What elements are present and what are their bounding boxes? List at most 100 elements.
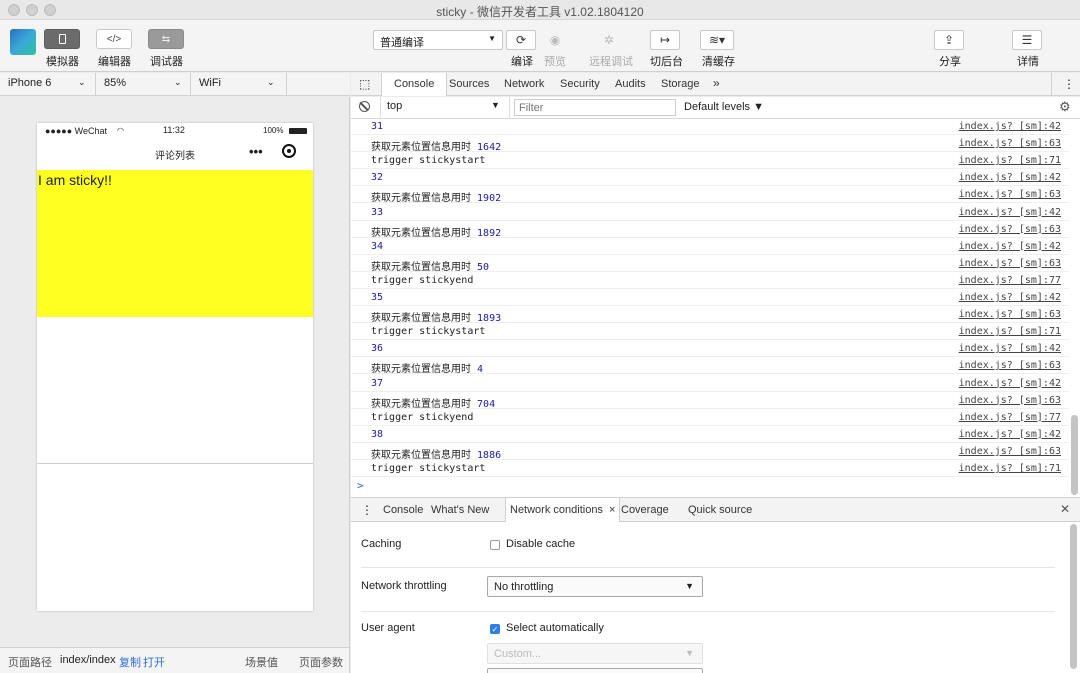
- tab-storage[interactable]: Storage: [661, 78, 700, 90]
- console-scrollbar[interactable]: [1071, 415, 1078, 495]
- user-avatar[interactable]: [10, 29, 36, 55]
- console-source-link[interactable]: index.js? [sm]:63: [959, 309, 1061, 320]
- console-log-message: 35: [371, 292, 384, 303]
- drawer-tab-label: Network conditions: [510, 504, 603, 516]
- console-source-link[interactable]: index.js? [sm]:63: [959, 224, 1061, 235]
- console-source-link[interactable]: index.js? [sm]:77: [959, 412, 1061, 423]
- inspect-element-icon[interactable]: ⬚: [359, 77, 370, 91]
- background-button[interactable]: ↦: [650, 30, 680, 50]
- capsule-close-icon[interactable]: [282, 144, 296, 158]
- console-filter-bar: top ▼ Default levels ▼ ⚙: [351, 97, 1080, 119]
- console-source-link[interactable]: index.js? [sm]:42: [959, 378, 1061, 389]
- compile-mode-select[interactable]: 普通编译 ▼: [373, 30, 503, 50]
- devtools-tab-bar: ⬚ Console Sources Network Security Audit…: [351, 73, 1080, 96]
- battery-icon: [289, 128, 307, 134]
- network-select[interactable]: WiFi ⌄: [199, 77, 279, 89]
- more-tabs-button[interactable]: »: [713, 76, 720, 90]
- editor-toggle-button[interactable]: </>: [96, 29, 132, 49]
- console-log[interactable]: trigger stickystart index.js? [sm]:71 获取元素…: [351, 119, 1080, 497]
- throttling-select[interactable]: No throttling ▼: [487, 576, 703, 597]
- clear-cache-button[interactable]: ≋▾: [700, 30, 734, 50]
- console-source-link[interactable]: index.js? [sm]:42: [959, 121, 1061, 132]
- debugger-toggle-button[interactable]: ⇆: [148, 29, 184, 49]
- compile-mode-value: 普通编译: [380, 37, 424, 49]
- zoom-select[interactable]: 85% ⌄: [104, 77, 184, 89]
- divider: [1051, 73, 1052, 96]
- drawer-scrollbar[interactable]: [1070, 524, 1077, 669]
- device-select[interactable]: iPhone 6 ⌄: [8, 77, 88, 89]
- drawer-tab-coverage[interactable]: Coverage: [621, 504, 669, 516]
- console-source-link[interactable]: index.js? [sm]:63: [959, 360, 1061, 371]
- details-button[interactable]: ☰: [1012, 30, 1042, 50]
- console-prompt[interactable]: >: [357, 479, 364, 492]
- preview-button[interactable]: ◉: [540, 30, 570, 50]
- console-log-row: 33 index.js? [sm]:42: [351, 204, 1069, 221]
- console-source-link[interactable]: index.js? [sm]:63: [959, 395, 1061, 406]
- console-log-message: trigger stickystart: [371, 463, 486, 474]
- copy-link[interactable]: 复制: [119, 654, 141, 670]
- console-source-link[interactable]: index.js? [sm]:71: [959, 155, 1061, 166]
- console-log-message: 获取元素位置信息用时 1892: [371, 227, 502, 239]
- share-icon: ⇪: [943, 33, 955, 47]
- select-automatically-checkbox[interactable]: ✓: [490, 624, 500, 634]
- disable-cache-checkbox[interactable]: [490, 540, 500, 550]
- phone-screen[interactable]: ●●●●● WeChat ◠ 11:32 100% 评论列表 ••• I am …: [37, 123, 313, 611]
- compile-button[interactable]: ⟳: [506, 30, 536, 50]
- gear-icon[interactable]: ⚙: [1059, 99, 1071, 115]
- console-source-link[interactable]: index.js? [sm]:42: [959, 241, 1061, 252]
- title-bar: sticky - 微信开发者工具 v1.02.1804120: [0, 0, 1080, 20]
- console-source-link[interactable]: index.js? [sm]:63: [959, 446, 1061, 457]
- disable-cache-label[interactable]: Disable cache: [506, 538, 575, 550]
- console-log-row: trigger stickystart index.js? [sm]:71: [351, 152, 1069, 170]
- eye-icon: ◉: [549, 33, 561, 47]
- console-source-link[interactable]: index.js? [sm]:42: [959, 292, 1061, 303]
- drawer-menu-icon[interactable]: ⋮: [361, 503, 373, 517]
- console-source-link[interactable]: index.js? [sm]:42: [959, 343, 1061, 354]
- phone-nav-bar: 评论列表 •••: [37, 139, 313, 169]
- console-source-link[interactable]: index.js? [sm]:42: [959, 207, 1061, 218]
- open-link[interactable]: 打开: [143, 654, 165, 670]
- console-source-link[interactable]: index.js? [sm]:42: [959, 172, 1061, 183]
- context-select[interactable]: top ▼: [387, 100, 507, 116]
- tab-console[interactable]: Console: [381, 73, 448, 96]
- drawer-tab-whats-new[interactable]: What's New: [431, 504, 489, 516]
- console-log-message: 34: [371, 240, 384, 252]
- more-dots-icon[interactable]: •••: [249, 144, 263, 159]
- tab-security[interactable]: Security: [560, 78, 600, 90]
- chevron-down-icon: ▼: [488, 34, 496, 43]
- console-source-link[interactable]: index.js? [sm]:63: [959, 258, 1061, 269]
- clear-console-icon[interactable]: [359, 101, 370, 112]
- zoom-value: 85%: [104, 77, 127, 89]
- close-icon[interactable]: ✕: [1060, 502, 1070, 516]
- console-source-link[interactable]: index.js? [sm]:71: [959, 463, 1061, 474]
- scene-value-button[interactable]: 场景值: [245, 654, 278, 670]
- tab-network[interactable]: Network: [504, 78, 544, 90]
- console-source-link[interactable]: index.js? [sm]:63: [959, 189, 1061, 200]
- simulator-toggle-button[interactable]: [44, 29, 80, 49]
- remote-debug-button[interactable]: ✲: [594, 30, 624, 50]
- tab-audits[interactable]: Audits: [615, 78, 646, 90]
- page-params-button[interactable]: 页面参数: [299, 654, 343, 670]
- menu-icon: ☰: [1021, 33, 1033, 47]
- select-automatically-label[interactable]: Select automatically: [506, 622, 604, 634]
- drawer-tab-console[interactable]: Console: [383, 504, 423, 516]
- drawer-tab-network-conditions[interactable]: Network conditions ×: [505, 498, 621, 522]
- dropdown-triangle-icon: ▼: [685, 648, 694, 658]
- log-levels-select[interactable]: Default levels ▼: [684, 101, 764, 113]
- console-source-link[interactable]: index.js? [sm]:77: [959, 275, 1061, 286]
- console-source-link[interactable]: index.js? [sm]:71: [959, 326, 1061, 337]
- console-source-link[interactable]: index.js? [sm]:63: [959, 138, 1061, 149]
- console-source-link[interactable]: index.js? [sm]:42: [959, 429, 1061, 440]
- close-tab-icon[interactable]: ×: [609, 504, 615, 516]
- user-agent-text-field[interactable]: [487, 668, 703, 673]
- drawer-tab-quick-source[interactable]: Quick source: [688, 504, 752, 516]
- console-log-row: trigger stickyend index.js? [sm]:77: [351, 272, 1069, 289]
- chevron-down-icon: ⌄: [174, 77, 182, 87]
- tab-sources[interactable]: Sources: [449, 78, 489, 90]
- share-button[interactable]: ⇪: [934, 30, 964, 50]
- console-filter-input[interactable]: [514, 99, 676, 116]
- context-value: top: [387, 100, 403, 112]
- console-log-row: 获取元素位置信息用时 1892 index.js? [sm]:63: [351, 221, 1069, 239]
- console-log-message: 33: [371, 206, 384, 218]
- kebab-menu-icon[interactable]: ⋮: [1063, 77, 1075, 91]
